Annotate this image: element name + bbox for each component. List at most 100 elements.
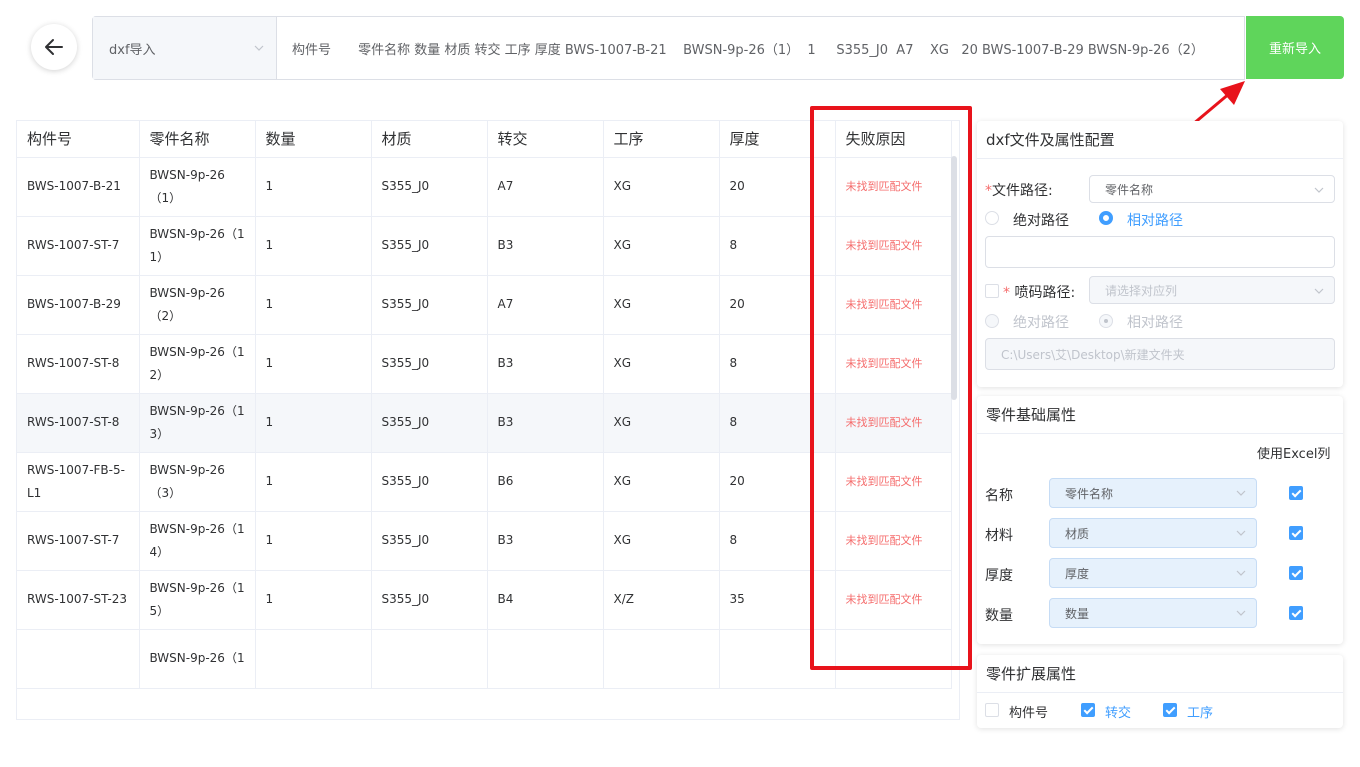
- basic-attr-select[interactable]: 数量: [1049, 598, 1257, 628]
- table-row[interactable]: RWS-1007-ST-23 BWSN-9p-26（15） 1 S355_J0 B4 X/…: [17, 570, 952, 630]
- spray-absolute-label[interactable]: 绝对路径: [1013, 312, 1069, 332]
- required-mark: *: [1003, 285, 1010, 301]
- chevron-down-icon: [1314, 288, 1324, 294]
- header-transfer: 转交: [487, 121, 604, 158]
- chevron-down-icon: [1236, 490, 1246, 496]
- file-path-label: *文件路径:: [985, 180, 1053, 200]
- table-row[interactable]: RWS-1007-ST-7 BWSN-9p-26（11） 1 S355_J0 B3 XG 8…: [17, 216, 952, 276]
- cell-fail-reason: 未找到匹配文件: [835, 157, 952, 217]
- cell-material: S355_J0: [371, 334, 488, 394]
- cell-process: XG: [603, 393, 720, 453]
- table-row[interactable]: BWS-1007-B-21 BWSN-9p-26（1） 1 S355_J0 A7 XG 20…: [17, 157, 952, 217]
- cell-component-no: [17, 629, 140, 689]
- extended-attr-label[interactable]: 工序: [1187, 702, 1213, 721]
- cell-material: S355_J0: [371, 157, 488, 217]
- file-path-label-text: 文件路径:: [992, 183, 1053, 199]
- basic-attr-value: 材质: [1065, 526, 1090, 541]
- cell-quantity: 1: [255, 393, 372, 453]
- table-scrollbar[interactable]: [951, 156, 957, 400]
- extended-attr-checkbox[interactable]: [1163, 703, 1177, 717]
- extended-attr-checkbox[interactable]: [985, 703, 999, 717]
- cell-component-no: RWS-1007-ST-8: [17, 334, 140, 394]
- header-component-no: 构件号: [17, 121, 140, 158]
- use-excel-checkbox[interactable]: [1289, 566, 1303, 580]
- basic-attr-select[interactable]: 材质: [1049, 518, 1257, 548]
- cell-quantity: 1: [255, 511, 372, 571]
- chevron-down-icon: [1236, 570, 1246, 576]
- spray-dir-input[interactable]: C:\Users\艾\Desktop\新建文件夹: [985, 338, 1335, 370]
- cell-fail-reason: 未找到匹配文件: [835, 334, 952, 394]
- import-type-value: dxf导入: [109, 42, 156, 58]
- cell-thickness: 8: [719, 216, 836, 276]
- table-row[interactable]: RWS-1007-ST-7 BWSN-9p-26（14） 1 S355_J0 B3 XG 8…: [17, 511, 952, 571]
- cell-quantity: 1: [255, 157, 372, 217]
- cell-process: [603, 629, 720, 689]
- use-excel-checkbox[interactable]: [1289, 486, 1303, 500]
- import-type-select[interactable]: dxf导入: [93, 17, 277, 79]
- absolute-path-label[interactable]: 绝对路径: [1013, 210, 1069, 230]
- header-quantity: 数量: [255, 121, 372, 158]
- required-mark: *: [985, 183, 992, 199]
- cell-material: S355_J0: [371, 393, 488, 453]
- absolute-path-radio[interactable]: [985, 211, 999, 225]
- spray-path-checkbox[interactable]: [985, 284, 999, 298]
- relative-path-radio[interactable]: [1099, 211, 1113, 225]
- relative-path-label[interactable]: 相对路径: [1127, 210, 1183, 230]
- use-excel-checkbox[interactable]: [1289, 606, 1303, 620]
- spray-path-placeholder: 请选择对应列: [1105, 283, 1178, 298]
- extended-attributes-title: 零件扩展属性: [977, 655, 1343, 693]
- basic-attr-select[interactable]: 零件名称: [1049, 478, 1257, 508]
- cell-process: XG: [603, 511, 720, 571]
- extended-attr-label[interactable]: 构件号: [1009, 702, 1048, 721]
- cell-transfer: A7: [487, 275, 604, 335]
- table-row[interactable]: BWS-1007-B-29 BWSN-9p-26（2） 1 S355_J0 A7 XG 20…: [17, 275, 952, 335]
- result-table: 构件号 零件名称 数量 材质 转交 工序 厚度 失败原因 BWS-1007-B-…: [16, 120, 960, 720]
- cell-fail-reason: 未找到匹配文件: [835, 452, 952, 512]
- cell-transfer: A7: [487, 157, 604, 217]
- spray-relative-label[interactable]: 相对路径: [1127, 312, 1183, 332]
- paste-data-input[interactable]: 构件号 零件名称 数量 材质 转交 工序 厚度 BWS-1007-B-21 BW…: [277, 17, 1244, 79]
- cell-transfer: B3: [487, 216, 604, 276]
- cell-thickness: [719, 629, 836, 689]
- cell-thickness: 20: [719, 275, 836, 335]
- cell-thickness: 8: [719, 334, 836, 394]
- spray-absolute-radio[interactable]: [985, 314, 999, 328]
- file-path-select[interactable]: 零件名称: [1089, 175, 1335, 203]
- cell-process: XG: [603, 334, 720, 394]
- header-process: 工序: [603, 121, 720, 158]
- basic-attr-label: 数量: [985, 608, 1013, 624]
- spray-path-select[interactable]: 请选择对应列: [1089, 276, 1335, 304]
- table-row[interactable]: RWS-1007-ST-8 BWSN-9p-26（12） 1 S355_J0 B3 XG 8…: [17, 334, 952, 394]
- header-thickness: 厚度: [719, 121, 836, 158]
- extended-attr-label[interactable]: 转交: [1105, 702, 1131, 721]
- cell-fail-reason: 未找到匹配文件: [835, 570, 952, 630]
- spray-path-label-text: 喷码路径:: [1014, 285, 1076, 301]
- arrow-left-icon: [45, 39, 63, 55]
- cell-transfer: B3: [487, 511, 604, 571]
- back-button[interactable]: [31, 24, 77, 70]
- import-input-bar: dxf导入 构件号 零件名称 数量 材质 转交 工序 厚度 BWS-1007-B…: [92, 16, 1245, 80]
- cell-thickness: 20: [719, 157, 836, 217]
- use-excel-checkbox[interactable]: [1289, 526, 1303, 540]
- cell-transfer: [487, 629, 604, 689]
- spray-relative-radio[interactable]: [1099, 314, 1113, 328]
- basic-attr-select[interactable]: 厚度: [1049, 558, 1257, 588]
- cell-fail-reason: 未找到匹配文件: [835, 275, 952, 335]
- cell-component-no: BWS-1007-B-21: [17, 157, 140, 217]
- cell-transfer: B6: [487, 452, 604, 512]
- chevron-down-icon: [254, 45, 264, 51]
- file-dir-input[interactable]: [985, 236, 1335, 268]
- cell-fail-reason: 未找到匹配文件: [835, 216, 952, 276]
- cell-transfer: B3: [487, 393, 604, 453]
- cell-material: [371, 629, 488, 689]
- table-row[interactable]: RWS-1007-FB-5-L1 BWSN-9p-26（3） 1 S355_J0 B6 X…: [17, 452, 952, 512]
- header-material: 材质: [371, 121, 488, 158]
- cell-part-name: BWSN-9p-26（14）: [139, 511, 256, 571]
- table-row[interactable]: BWSN-9p-26（1: [17, 629, 952, 689]
- cell-quantity: 1: [255, 275, 372, 335]
- reimport-button[interactable]: 重新导入: [1246, 16, 1344, 79]
- extended-attr-checkbox[interactable]: [1081, 703, 1095, 717]
- cell-component-no: RWS-1007-ST-7: [17, 216, 140, 276]
- table-row[interactable]: RWS-1007-ST-8 BWSN-9p-26（13） 1 S355_J0 B3 XG 8…: [17, 393, 952, 453]
- cell-component-no: RWS-1007-FB-5-L1: [17, 452, 140, 512]
